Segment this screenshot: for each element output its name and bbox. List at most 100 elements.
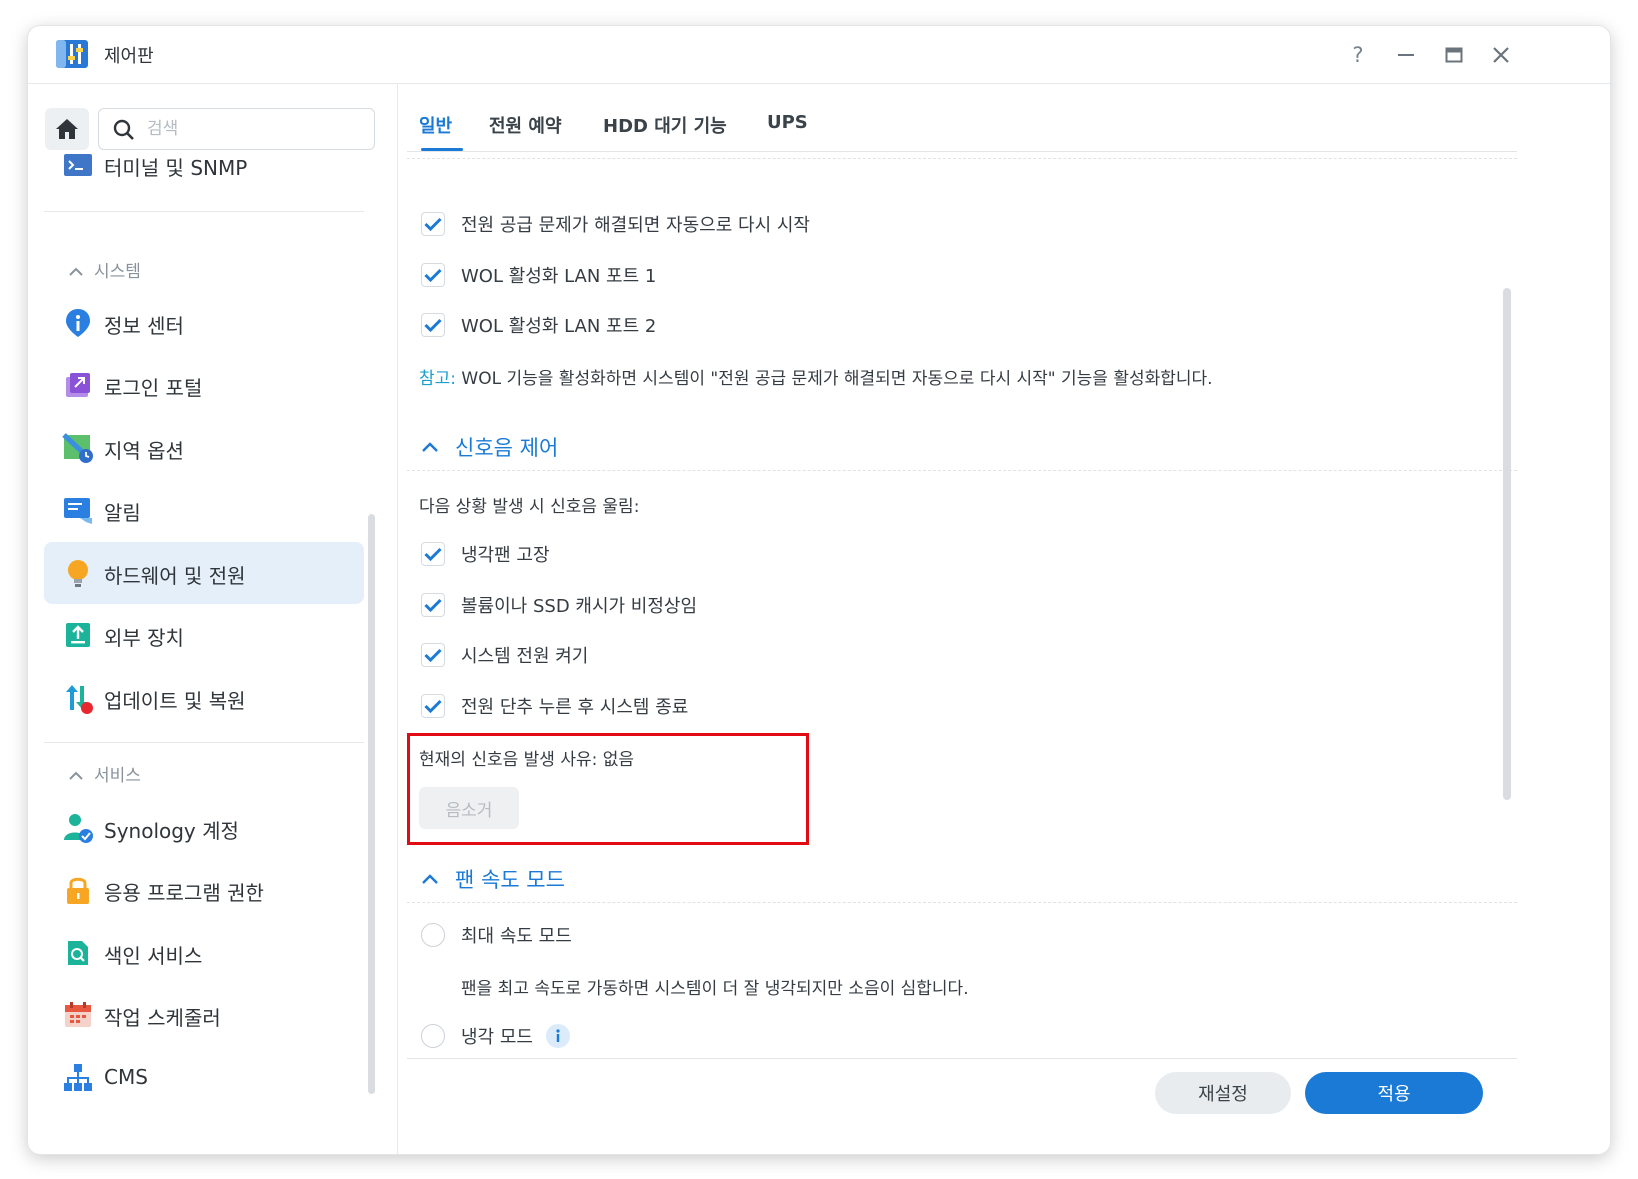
app-privileges-icon (67, 877, 89, 904)
option-label: 전원 공급 문제가 해결되면 자동으로 다시 시작 (461, 215, 810, 236)
sidebar-item-regional-options[interactable]: 지역 옵션 (44, 417, 364, 479)
option-label: 냉각 모드 (461, 1027, 533, 1048)
option-label: 시스템 전원 켜기 (461, 646, 589, 667)
apply-button[interactable]: 적용 (1305, 1072, 1483, 1114)
terminal-icon (64, 154, 92, 176)
task-scheduler-icon (65, 1002, 91, 1027)
checkmark-icon (424, 318, 442, 332)
external-device-icon (66, 623, 90, 647)
sidebar-item-external-device[interactable]: 외부 장치 (44, 604, 364, 666)
sidebar-item-task-scheduler[interactable]: 작업 스케줄러 (44, 984, 364, 1046)
tab-ups[interactable]: UPS (767, 112, 808, 133)
option-fan-failure: 냉각팬 고장 (421, 539, 550, 569)
tab-power-schedule[interactable]: 전원 예약 (489, 112, 562, 138)
login-portal-icon (66, 373, 90, 397)
main-panel: 일반 전원 예약 HDD 대기 기능 UPS 전원 공급 문제가 해결되면 자동… (399, 84, 1610, 1154)
divider (44, 211, 364, 212)
sidebar-item-label: 응용 프로그램 권한 (104, 881, 264, 905)
volume-degraded-checkbox[interactable] (421, 593, 445, 617)
regional-options-icon (62, 433, 93, 463)
sidebar-item-hardware-power[interactable]: 하드웨어 및 전원 (44, 542, 364, 604)
section-header-system[interactable]: 시스템 (68, 257, 141, 282)
auto-restart-checkbox[interactable] (421, 212, 445, 236)
sidebar-item-app-privileges[interactable]: 응용 프로그램 권한 (44, 859, 364, 921)
option-auto-restart: 전원 공급 문제가 해결되면 자동으로 다시 시작 (421, 209, 810, 239)
footer-divider (407, 1058, 1517, 1059)
checkmark-icon (424, 648, 442, 662)
sidebar-item-terminal-snmp[interactable]: 터미널 및 SNMP (44, 142, 364, 192)
cms-icon (64, 1064, 92, 1091)
sidebar-item-cms[interactable]: CMS (44, 1047, 364, 1109)
power-on-checkbox[interactable] (421, 643, 445, 667)
active-tab-indicator (421, 148, 463, 151)
checkmark-icon (424, 268, 442, 282)
sidebar-item-login-portal[interactable]: 로그인 포털 (44, 354, 364, 416)
note-text: WOL 기능을 활성화하면 시스템이 "전원 공급 문제가 해결되면 자동으로 … (456, 369, 1213, 389)
power-button-shutdown-checkbox[interactable] (421, 694, 445, 718)
title-bar: 제어판 ? (28, 26, 1610, 84)
sidebar-scrollbar[interactable] (368, 514, 375, 1094)
checkmark-icon (424, 217, 442, 231)
beep-intro: 다음 상황 발생 시 신호음 울림: (419, 497, 640, 517)
sidebar-item-label: 외부 장치 (104, 626, 184, 650)
tab-hdd-hibernation[interactable]: HDD 대기 기능 (603, 112, 727, 138)
option-label: 전원 단추 누른 후 시스템 종료 (461, 697, 689, 718)
option-cool-mode: 냉각 모드 (421, 1021, 571, 1051)
info-tooltip-icon[interactable] (545, 1023, 571, 1049)
silence-button[interactable]: 음소거 (419, 787, 519, 829)
help-button[interactable]: ? (1340, 38, 1376, 72)
option-label: 냉각팬 고장 (461, 545, 550, 566)
sidebar-item-label: Synology 계정 (104, 819, 239, 843)
wol-lan1-checkbox[interactable] (421, 263, 445, 287)
tab-bar: 일반 전원 예약 HDD 대기 기능 UPS (407, 84, 1517, 152)
note-key: 참고: (419, 369, 457, 389)
divider (44, 742, 364, 743)
full-speed-radio[interactable] (421, 923, 445, 947)
sidebar-item-notification[interactable]: 알림 (44, 479, 364, 541)
sidebar-item-label: 작업 스케줄러 (104, 1006, 221, 1030)
sidebar-item-label: CMS (104, 1065, 148, 1089)
content-scrollbar[interactable] (1503, 288, 1511, 800)
section-header-beep-control[interactable]: 신호음 제어 (421, 432, 558, 462)
wol-lan2-checkbox[interactable] (421, 313, 445, 337)
section-title: 팬 속도 모드 (455, 868, 565, 892)
full-speed-description: 팬을 최고 속도로 가동하면 시스템이 더 잘 냉각되지만 소음이 심합니다. (461, 979, 969, 999)
sidebar-item-label: 로그인 포털 (104, 376, 203, 400)
section-header-fan-speed[interactable]: 팬 속도 모드 (421, 864, 565, 894)
minimize-button[interactable] (1388, 38, 1424, 72)
cool-mode-radio[interactable] (421, 1024, 445, 1048)
sidebar-item-info-center[interactable]: 정보 센터 (44, 292, 364, 354)
sidebar-item-label: 업데이트 및 복원 (104, 689, 246, 713)
section-header-services[interactable]: 서비스 (68, 761, 141, 786)
chevron-up-icon (68, 766, 94, 786)
chevron-up-icon (68, 262, 94, 282)
home-icon (56, 119, 78, 139)
option-wol-lan1: WOL 활성화 LAN 포트 1 (421, 260, 656, 290)
sidebar-item-synology-account[interactable]: Synology 계정 (44, 797, 364, 859)
checkmark-icon (424, 547, 442, 561)
wol-note: 참고: WOL 기능을 활성화하면 시스템이 "전원 공급 문제가 해결되면 자… (419, 364, 1213, 389)
divider (407, 470, 1517, 471)
sidebar-item-update-restore[interactable]: 업데이트 및 복원 (44, 667, 364, 729)
minimize-icon (1398, 54, 1414, 56)
checkmark-icon (424, 699, 442, 713)
close-icon (1493, 47, 1509, 63)
reset-button[interactable]: 재설정 (1155, 1072, 1291, 1114)
search-input[interactable] (147, 117, 357, 141)
tab-general[interactable]: 일반 (419, 112, 452, 138)
sidebar-item-label: 하드웨어 및 전원 (104, 564, 246, 588)
notification-icon (64, 498, 92, 524)
close-button[interactable] (1483, 38, 1519, 72)
option-volume-degraded: 볼륨이나 SSD 캐시가 비정상임 (421, 590, 697, 620)
sidebar-item-indexing-service[interactable]: 색인 서비스 (44, 922, 364, 984)
maximize-button[interactable] (1436, 38, 1472, 72)
sidebar-item-label: 정보 센터 (104, 314, 184, 338)
sidebar: 터미널 및 SNMP 시스템 정보 센터 로그인 포털 지역 옵션 알림 하드웨… (28, 84, 398, 1154)
maximize-icon (1445, 47, 1463, 63)
search-icon (113, 119, 134, 140)
divider (407, 902, 1517, 903)
fan-failure-checkbox[interactable] (421, 542, 445, 566)
chevron-up-icon (422, 874, 438, 884)
option-label: WOL 활성화 LAN 포트 2 (461, 316, 657, 337)
option-label: WOL 활성화 LAN 포트 1 (461, 266, 657, 287)
